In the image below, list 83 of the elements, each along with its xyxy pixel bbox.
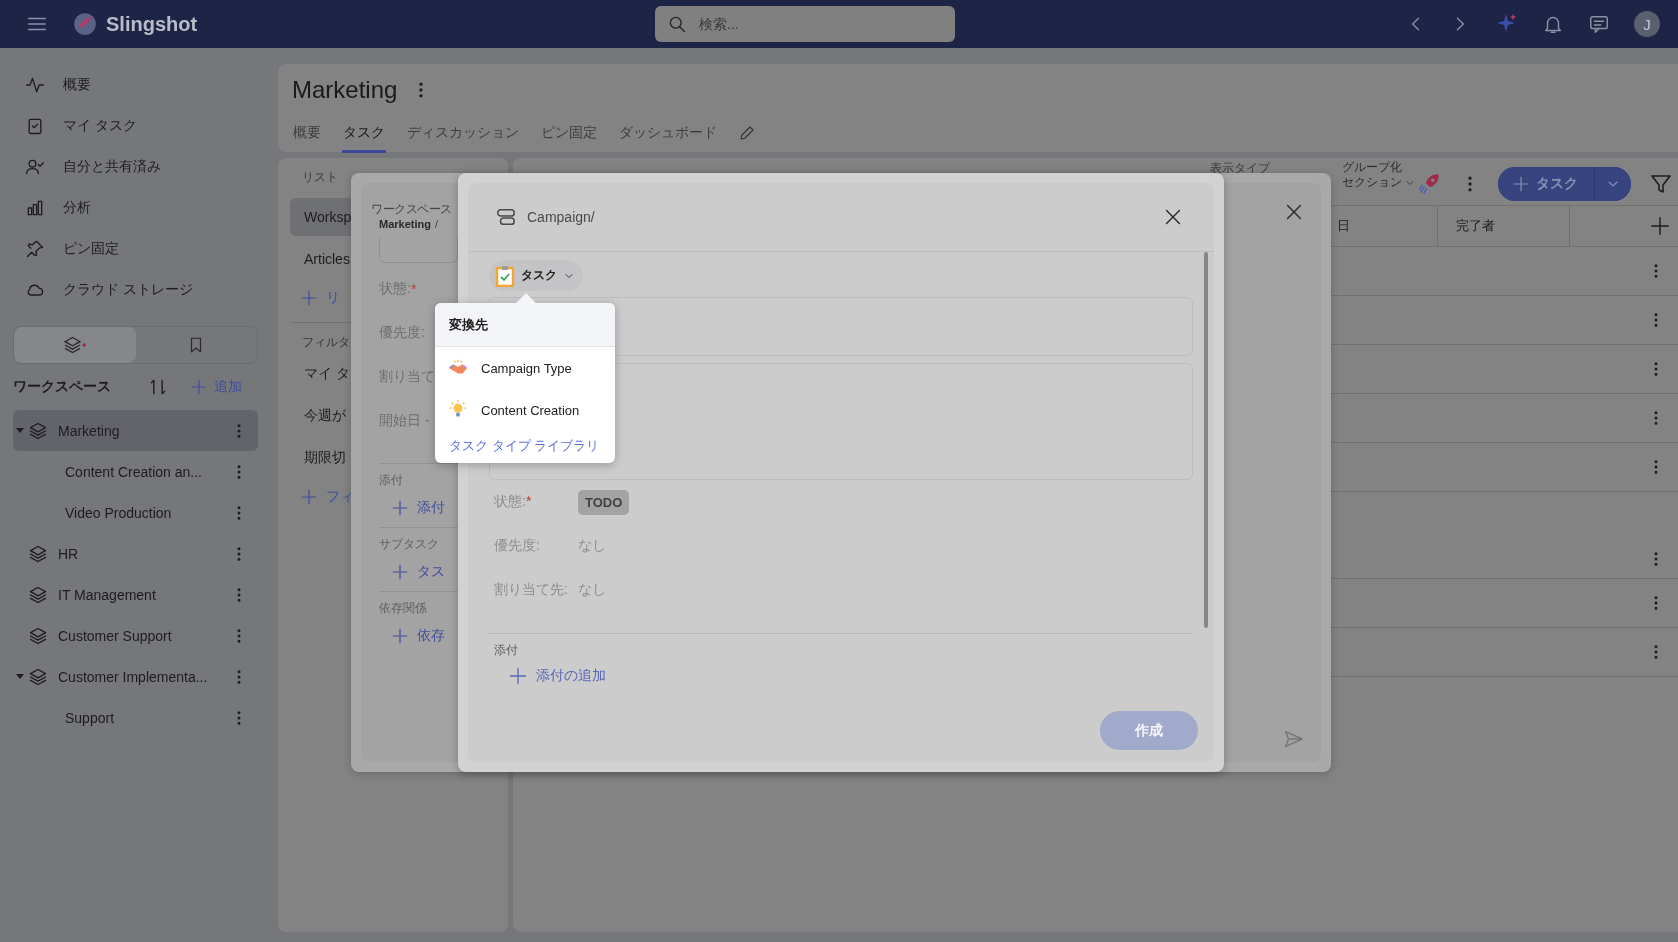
workspaces-heading: ワークスペース [13, 378, 112, 396]
app-name: Slingshot [106, 12, 198, 36]
view-type-label[interactable]: 表示タイプ [1210, 160, 1270, 177]
group-by-label: グループ化 [1342, 160, 1403, 175]
clipboard-icon [495, 264, 515, 287]
project-tab[interactable]: タスク [342, 118, 386, 153]
field-label: 状態: [494, 493, 526, 509]
plus-icon [508, 666, 528, 686]
breadcrumb-link[interactable]: Marketing [379, 218, 431, 230]
logo-icon [72, 11, 98, 37]
add-button[interactable]: 依存 [379, 617, 445, 655]
project-title: Marketing [292, 76, 398, 104]
workspace-item[interactable]: Marketing [13, 410, 258, 451]
layers-icon [28, 625, 48, 646]
workspace-item[interactable]: Customer Implementa... [13, 656, 258, 697]
workspace-item[interactable]: Customer Support [13, 615, 258, 656]
project-tab[interactable]: 概要 [292, 118, 322, 153]
nav-item[interactable]: 概要 [13, 64, 258, 105]
workspaces-tab[interactable] [14, 327, 136, 363]
workspace-item[interactable]: Support [13, 697, 258, 738]
nav-item[interactable]: クラウド ストレージ [13, 269, 258, 310]
add-filter-button[interactable]: フィ [290, 477, 354, 517]
workspace-item[interactable]: Video Production [13, 492, 258, 533]
workspace-item[interactable]: HR [13, 533, 258, 574]
group-by-dropdown[interactable]: セクション [1342, 175, 1416, 190]
add-list-button[interactable]: リ [290, 278, 340, 318]
menu-heading: 変換先 [435, 303, 615, 347]
expand-triangle-icon[interactable] [16, 674, 24, 679]
new-task-button[interactable]: タスク [1498, 167, 1595, 201]
breadcrumb-caption: ワークスペース [371, 201, 452, 218]
task-type-dropdown[interactable]: タスク [489, 260, 583, 291]
plus-icon [391, 627, 409, 645]
plus-icon [391, 563, 409, 581]
layers-icon [61, 335, 88, 355]
add-column-icon[interactable] [1649, 215, 1671, 237]
search-field[interactable]: 検索... [655, 6, 956, 42]
workspace-item[interactable]: Content Creation an... [13, 451, 258, 492]
dialog-path: Campaign/ [527, 209, 595, 225]
nav-item[interactable]: 分析 [13, 187, 258, 228]
section-heading: 依存関係 [379, 600, 428, 617]
nav-item[interactable]: ピン固定 [13, 228, 258, 269]
stack-icon [495, 206, 517, 228]
status-badge[interactable]: TODO [578, 489, 630, 515]
layers-icon [28, 543, 48, 564]
filter-icon[interactable] [1649, 172, 1673, 196]
project-tab[interactable]: ダッシュボード [618, 118, 718, 153]
column-header[interactable]: 日 [1337, 206, 1437, 246]
plus-icon [300, 488, 318, 506]
menu-item[interactable]: Campaign Type [435, 347, 615, 389]
section-heading: 添付 [379, 472, 404, 489]
menu-item[interactable]: Content Creation [435, 389, 615, 431]
sort-icon[interactable] [148, 377, 168, 397]
filters-heading: フィルタ [301, 335, 350, 349]
workspace-item[interactable]: IT Management [13, 574, 258, 615]
layers-icon [28, 666, 48, 687]
field-label: 優先度: [494, 537, 540, 553]
search-icon [667, 14, 688, 34]
project-tab[interactable]: ピン固定 [540, 118, 598, 153]
user-avatar[interactable]: J [1634, 11, 1660, 37]
required-mark: * [410, 281, 417, 297]
attachments-heading: 添付 [494, 642, 519, 659]
plus-icon [190, 378, 208, 396]
nav-item[interactable]: マイ タスク [13, 105, 258, 146]
breadcrumb-separator: / [434, 218, 439, 230]
add-button[interactable]: タス [379, 553, 445, 591]
layers-icon [28, 420, 48, 441]
expand-triangle-icon[interactable] [16, 428, 24, 433]
required-mark: * [525, 493, 532, 509]
plus-icon [300, 289, 318, 307]
lists-heading: リスト [301, 170, 338, 184]
pin-icon [25, 238, 45, 259]
section-heading: サブタスク [379, 536, 440, 553]
field-label: 割り当て先: [494, 581, 568, 597]
add-button[interactable]: 添付 [379, 489, 445, 527]
layers-icon [28, 584, 48, 605]
task-type-library-link[interactable]: タスク タイプ ライブラリ [435, 431, 615, 455]
plus-icon [391, 499, 409, 517]
nav-item[interactable]: 自分と共有済み [13, 146, 258, 187]
add-attachment-button[interactable]: 添付の追加 [494, 659, 606, 693]
plus-icon [1512, 175, 1530, 193]
column-header[interactable]: 完了者 [1437, 206, 1569, 246]
chat-icon[interactable] [1588, 13, 1610, 35]
pencil-icon[interactable] [738, 124, 756, 142]
